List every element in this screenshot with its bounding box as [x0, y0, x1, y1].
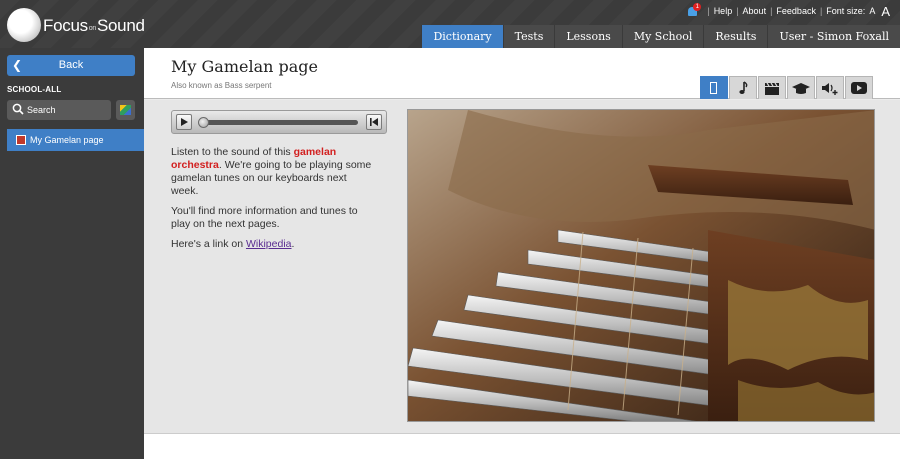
notifications-bell-icon[interactable]: 1: [687, 3, 702, 17]
page-footer: [144, 433, 900, 459]
media-tab-book[interactable]: [700, 76, 728, 99]
play-icon: [181, 118, 188, 126]
red-swatch-icon: [16, 135, 26, 145]
logo-circle-icon: [7, 8, 41, 42]
page-body-text: Listen to the sound of this gamelan orch…: [171, 146, 376, 258]
focus-on-sound-logo[interactable]: FocusonSound: [7, 8, 145, 42]
tab-my-school[interactable]: My School: [621, 25, 704, 48]
main-nav-tabs: Dictionary Tests Lessons My School Resul…: [421, 25, 900, 48]
audio-player: [171, 110, 387, 134]
paragraph-link: Here's a link on Wikipedia.: [171, 238, 295, 250]
tab-tests[interactable]: Tests: [502, 25, 555, 48]
audio-progress-handle[interactable]: [198, 117, 209, 128]
search-button[interactable]: Search: [7, 100, 111, 120]
font-size-large-button[interactable]: A: [881, 4, 890, 19]
notification-badge: 1: [693, 3, 702, 11]
media-tab-play[interactable]: [845, 76, 873, 99]
music-note-icon: [739, 81, 748, 94]
logo-text: FocusonSound: [43, 16, 145, 35]
feedback-link[interactable]: Feedback: [776, 6, 816, 16]
color-palette-button[interactable]: [116, 100, 135, 120]
help-link[interactable]: Help: [714, 6, 733, 16]
play-icon: [851, 82, 867, 94]
search-icon: [12, 103, 24, 115]
sidebar: ❮ Back SCHOOL-ALL Search My Gamelan page: [0, 48, 144, 459]
utility-bar: 1 | Help | About | Feedback | Font size:…: [687, 3, 890, 19]
media-tab-music[interactable]: [729, 76, 757, 99]
paragraph-more-info: You'll find more information and tunes t…: [171, 205, 358, 230]
clapperboard-icon: [765, 82, 779, 95]
tab-dictionary[interactable]: Dictionary: [421, 25, 503, 48]
back-button[interactable]: ❮ Back: [7, 55, 135, 76]
audio-progress-track[interactable]: [200, 120, 358, 125]
section-label: SCHOOL-ALL: [7, 85, 62, 94]
tab-results[interactable]: Results: [703, 25, 768, 48]
main-panel: My Gamelan page Also known as Bass serpe…: [144, 48, 900, 459]
tab-lessons[interactable]: Lessons: [554, 25, 622, 48]
about-link[interactable]: About: [743, 6, 767, 16]
color-palette-icon: [120, 105, 131, 115]
tab-user[interactable]: User - Simon Foxall: [767, 25, 900, 48]
content-area: Listen to the sound of this gamelan orch…: [144, 100, 900, 433]
sidebar-item-my-gamelan-page[interactable]: My Gamelan page: [7, 129, 144, 151]
page-title: My Gamelan page: [171, 57, 319, 76]
gamelan-photo: [407, 109, 875, 422]
media-tab-lesson[interactable]: [787, 76, 815, 99]
font-size-label: Font size:: [826, 6, 866, 16]
speaker-add-icon: [822, 83, 838, 95]
font-size-small-button[interactable]: A: [869, 6, 875, 16]
media-tab-video[interactable]: [758, 76, 786, 99]
page-header: My Gamelan page Also known as Bass serpe…: [144, 48, 900, 99]
page-subtitle: Also known as Bass serpent: [171, 81, 272, 90]
book-icon: [710, 82, 717, 94]
play-button[interactable]: [176, 114, 192, 130]
skip-back-icon: [370, 118, 378, 126]
paragraph-intro: Listen to the sound of this gamelan orch…: [171, 146, 372, 197]
media-tab-add-sound[interactable]: [816, 76, 844, 99]
media-tabs: [699, 76, 873, 99]
rewind-button[interactable]: [366, 114, 382, 130]
wikipedia-link[interactable]: Wikipedia: [246, 238, 292, 250]
top-bar: FocusonSound 1 | Help | About | Feedback…: [0, 0, 900, 48]
gamelan-instrument-image: [408, 110, 874, 421]
graduation-cap-icon: [792, 83, 810, 94]
